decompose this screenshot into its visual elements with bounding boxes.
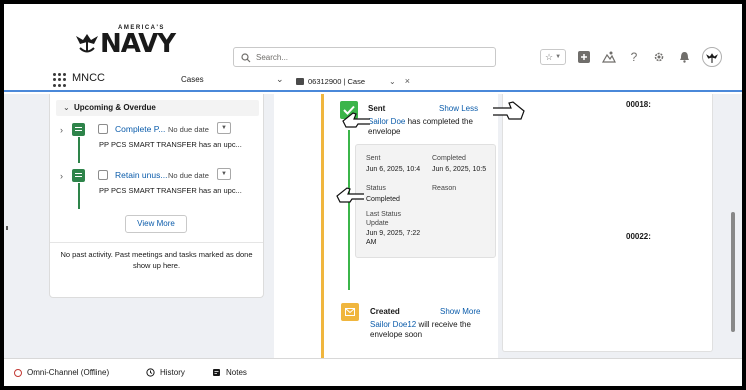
event-title: Created [370, 307, 400, 316]
app-launcher-icon[interactable] [53, 73, 67, 87]
timeline-bar [321, 94, 324, 358]
event-details-card: Sent Jun 6, 2025, 10:4 Completed Jun 6, … [355, 144, 496, 258]
favorites-button[interactable]: ☆ ▼ [540, 49, 566, 65]
navigation-bar: MNCC Cases ⌄ 06312900 | Case ⌄ × [4, 68, 742, 92]
tab-cases[interactable]: Cases [181, 75, 204, 84]
task-title[interactable]: Complete P... [115, 124, 165, 134]
detail-label: Sent [366, 155, 381, 162]
task-title[interactable]: Retain unus... [115, 170, 167, 180]
header-utility-icons: ☆ ▼ ? [540, 47, 722, 67]
task-icon [72, 123, 85, 136]
subtab-label: 06312900 | Case [308, 76, 365, 86]
task-subject: PP PCS SMART TRANSFER has an upc... [99, 140, 242, 149]
app-window: AMERICA'S NAVY Search... ☆ ▼ ? MNCC Case… [4, 4, 742, 386]
global-search-input[interactable]: Search... [233, 47, 496, 67]
timeline-connector [78, 183, 80, 209]
task-checkbox[interactable] [98, 124, 108, 134]
omni-channel-item[interactable]: Omni-Channel (Offline) [14, 368, 109, 377]
upcoming-overdue-header[interactable]: ⌄ Upcoming & Overdue [56, 100, 259, 116]
chevron-down-icon[interactable]: ⌄ [389, 77, 396, 86]
task-subject: PP PCS SMART TRANSFER has an upc... [99, 186, 242, 195]
pointer-hand-icon [342, 112, 370, 128]
notes-item[interactable]: Notes [212, 368, 247, 377]
subtab-case[interactable]: 06312900 | Case ⌄ × [296, 72, 433, 90]
related-panel [502, 94, 713, 352]
eagle-anchor-icon [706, 53, 718, 63]
task-menu-button[interactable]: ▼ [217, 168, 231, 180]
bell-icon[interactable] [677, 50, 691, 64]
case-icon [296, 77, 304, 85]
search-placeholder: Search... [256, 53, 289, 62]
record-number: 00018: [626, 100, 651, 109]
notes-icon [213, 369, 220, 376]
search-icon [241, 53, 251, 63]
workspace-content: ⌄ Upcoming & Overdue › Complete P... No … [4, 94, 742, 358]
divider [50, 242, 263, 243]
task-item: › Complete P... No due date ▼ PP PCS SMA… [60, 122, 260, 163]
detail-value: Jun 6, 2025, 10:5 [432, 166, 487, 173]
envelope-icon [341, 303, 359, 321]
chevron-right-icon[interactable]: › [60, 125, 63, 135]
task-item: › Retain unus... No due date ▼ PP PCS SM… [60, 168, 260, 209]
view-more-button[interactable]: View More [125, 215, 187, 233]
detail-label: Status [366, 185, 386, 192]
history-label: History [160, 368, 185, 377]
detail-value: Completed [366, 196, 400, 203]
detail-label: Reason [432, 185, 457, 192]
omni-label: Omni-Channel (Offline) [27, 368, 110, 377]
user-link[interactable]: Sailor Doe [368, 117, 405, 126]
panel-handle[interactable] [6, 226, 8, 230]
activity-panel: ⌄ Upcoming & Overdue › Complete P... No … [49, 94, 264, 298]
offline-status-icon [14, 368, 22, 377]
timeline-connector [78, 137, 80, 163]
no-past-activity-text: No past activity. Past meetings and task… [60, 250, 253, 270]
close-icon[interactable]: × [405, 76, 410, 86]
record-number: 00022: [626, 232, 651, 241]
task-menu-button[interactable]: ▼ [217, 122, 231, 134]
scrollbar[interactable] [731, 212, 735, 332]
detail-label: Last Status Update [366, 211, 402, 227]
help-icon[interactable]: ? [627, 50, 641, 64]
task-icon [72, 169, 85, 182]
notes-label: Notes [226, 368, 247, 377]
task-checkbox[interactable] [98, 170, 108, 180]
detail-value: Jun 6, 2025, 10:4 [366, 166, 421, 173]
user-link[interactable]: Sailor Doe12 [370, 320, 416, 329]
task-due: No due date [168, 125, 209, 134]
eagle-anchor-icon [76, 34, 98, 53]
star-icon: ☆ [544, 51, 554, 62]
task-due: No due date [168, 171, 209, 180]
detail-value: Jun 9, 2025, 7:22 AM [366, 230, 421, 246]
logo-text: NAVY [100, 29, 176, 59]
chevron-down-icon: ▼ [555, 54, 562, 60]
section-title: Upcoming & Overdue [74, 103, 156, 112]
global-header: AMERICA'S NAVY Search... ☆ ▼ ? [4, 4, 742, 68]
chevron-right-icon[interactable]: › [60, 171, 63, 181]
utility-bar: Omni-Channel (Offline) History Notes [4, 358, 742, 386]
clock-icon [146, 368, 155, 377]
pointer-hand-icon [336, 187, 364, 203]
timeline-connector [348, 130, 350, 290]
trailhead-icon[interactable] [602, 50, 616, 64]
global-actions-icon[interactable] [577, 50, 591, 64]
show-less-link[interactable]: Show Less [439, 104, 478, 113]
detail-label: Completed [432, 155, 466, 162]
navy-logo[interactable]: AMERICA'S NAVY [74, 24, 176, 57]
show-more-link[interactable]: Show More [440, 307, 480, 316]
history-item[interactable]: History [146, 368, 185, 377]
gear-icon[interactable] [652, 50, 666, 64]
chevron-down-icon[interactable]: ⌄ [276, 74, 284, 85]
app-name: MNCC [72, 72, 105, 84]
chevron-down-icon: ⌄ [63, 103, 70, 112]
event-description: Sailor Doe has completed the envelope [368, 117, 488, 137]
user-avatar[interactable] [702, 47, 722, 67]
event-description: Sailor Doe12 will receive the envelope s… [370, 320, 490, 340]
pointer-hand-icon [493, 101, 525, 120]
